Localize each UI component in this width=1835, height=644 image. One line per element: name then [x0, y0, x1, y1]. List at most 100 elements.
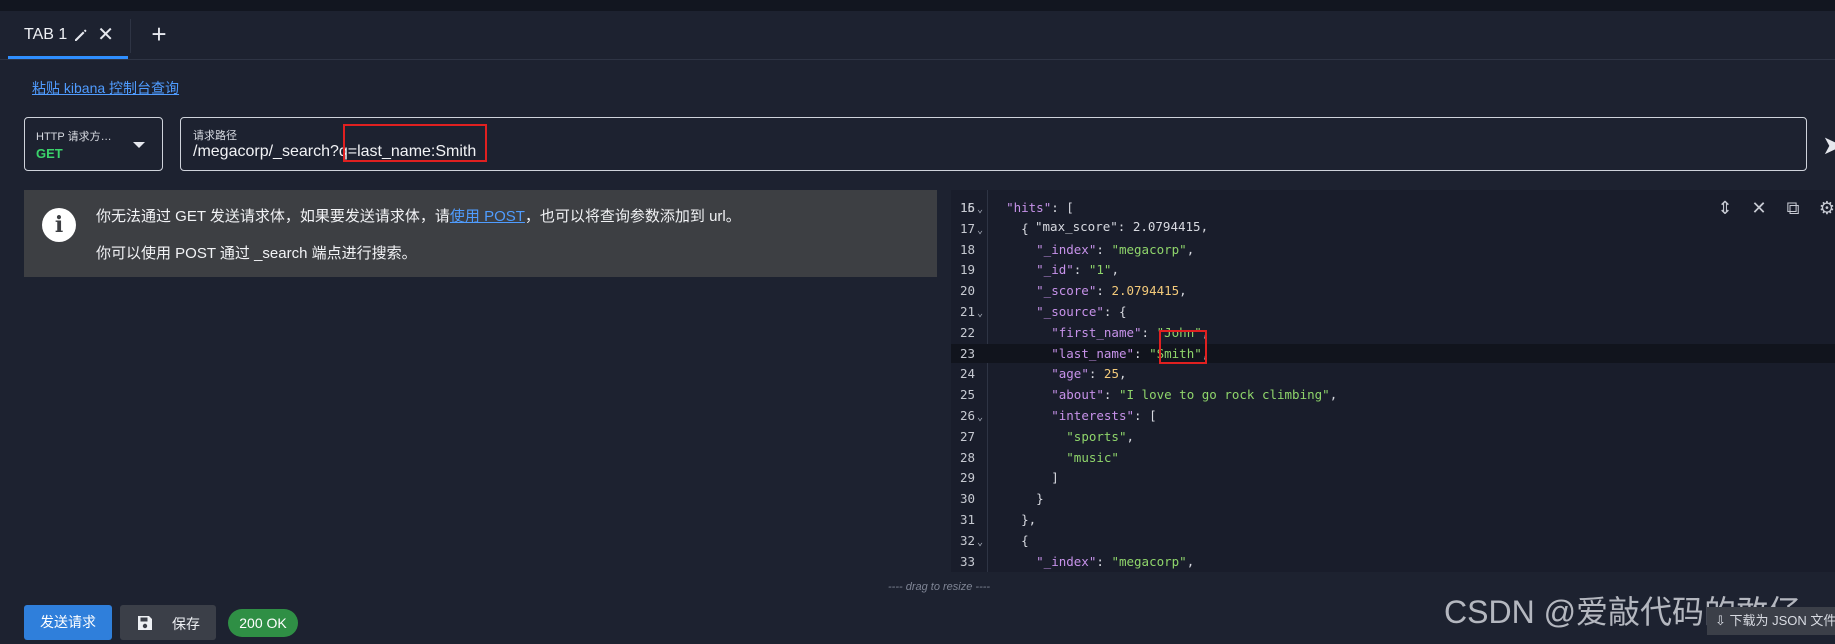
fold-chevron-icon[interactable]: ⌄ [977, 304, 983, 324]
fold-chevron-icon[interactable]: ⌄ [977, 533, 983, 553]
code-line: 20 "_score": 2.0794415, [951, 281, 1835, 301]
code-text: "age": 25, [1051, 366, 1127, 382]
code-line: 33 "_index": "megacorp", [951, 552, 1835, 572]
code-line-partial: 15 "max_score": 2.0794415, [951, 190, 1835, 235]
code-line: 31 }, [951, 510, 1835, 530]
request-path-field[interactable]: 请求路径 /megacorp/_search?q=last_name:Smith [180, 117, 1807, 171]
code-line: 18 "_index": "megacorp", [951, 240, 1835, 260]
collapse-icon[interactable]: ✕ [1749, 198, 1769, 218]
paste-kibana-link[interactable]: 粘贴 kibana 控制台查询 [32, 78, 179, 98]
line-number: 24 [960, 366, 976, 382]
line-number: 28 [960, 449, 976, 465]
line-number: 33 [960, 553, 976, 569]
expand-icon[interactable]: ⇕ [1715, 198, 1735, 218]
download-label: 下载为 JSON 文件 [1729, 613, 1835, 628]
code-text: }, [991, 512, 1037, 527]
code-text: "_source": { [1036, 304, 1127, 319]
code-text: "_index": "megacorp", [1036, 241, 1195, 257]
editor-toolbar: ⇕ ✕ ⧉ ⚙ [1715, 198, 1835, 218]
line-number: 19 [960, 262, 976, 278]
code-text: "interests": [ [1051, 408, 1157, 423]
code-line: 29 ] [951, 468, 1835, 488]
line-number: 26 [960, 408, 976, 423]
code-text: { [991, 220, 1029, 236]
line-number: 27 [960, 428, 976, 444]
code-line: 32 ⌄ { [951, 531, 1835, 551]
code-text: "first_name": "John", [1051, 324, 1210, 340]
code-line: 26 ⌄ "interests": [ [951, 406, 1835, 426]
code-line: 25 "about": "I love to go rock climbing"… [951, 385, 1835, 405]
plus-icon[interactable]: + [146, 21, 172, 47]
path-label: 请求路径 [193, 130, 237, 142]
code-line: 17 ⌄ { [951, 219, 1835, 239]
http-method-select[interactable]: HTTP 请求方… GET [24, 117, 163, 171]
path-input[interactable]: /megacorp/_search?q=last_name:Smith [193, 143, 476, 161]
drag-resize-hint[interactable]: ---- drag to resize ---- [888, 581, 990, 593]
code-text: "_index": "megacorp", [1036, 553, 1195, 569]
fold-chevron-icon[interactable]: ⌄ [977, 408, 983, 428]
line-number: 17 [960, 220, 976, 236]
line-number: 20 [960, 283, 976, 299]
code-line: 24 "age": 25, [951, 364, 1835, 384]
tab-bar: TAB 1 ✕ + [0, 11, 1835, 60]
code-line: 22 "first_name": "John", [951, 323, 1835, 343]
line-number: 29 [960, 470, 976, 486]
info-icon: i [42, 208, 76, 242]
info-alert: i 你无法通过 GET 发送请求体，如果要发送请求体，请使用 POST，也可以将… [24, 190, 937, 277]
code-text: "hits": [ [1006, 200, 1074, 215]
use-post-link[interactable]: 使用 POST [450, 208, 525, 225]
send-icon[interactable]: ➤ [1822, 130, 1835, 161]
line-number: 18 [960, 241, 976, 257]
code-line: 21 ⌄ "_source": { [951, 302, 1835, 322]
line-number: 32 [960, 532, 976, 548]
tab-1[interactable]: TAB 1 ✕ [8, 11, 128, 59]
line-number: 23 [960, 345, 976, 361]
fold-chevron-icon[interactable]: ⌄ [977, 200, 983, 220]
line-number: 22 [960, 324, 976, 340]
code-line: 23 "last_name": "Smith", [951, 343, 1835, 364]
code-text: } [991, 491, 1044, 507]
alert-text-after: ，也可以将查询参数添加到 url。 [524, 208, 741, 225]
method-label: HTTP 请求方… [36, 131, 112, 143]
line-number: 25 [960, 387, 976, 403]
code-text: "music" [1066, 449, 1119, 465]
code-line: 19 "_id": "1", [951, 260, 1835, 280]
code-line: 30 } [951, 489, 1835, 509]
save-button[interactable]: 保存 [120, 605, 216, 640]
caret-down-icon [133, 142, 145, 148]
code-text: "last_name": "Smith", [1051, 345, 1210, 361]
code-line: 16 ⌄ "hits": [ [951, 198, 1835, 218]
status-badge: 200 OK [228, 609, 298, 637]
send-request-button[interactable]: 发送请求 [24, 605, 112, 640]
code-text: ] [991, 470, 1059, 486]
code-text: "about": "I love to go rock climbing", [1051, 387, 1338, 403]
method-value: GET [36, 146, 63, 161]
code-line: 27 "sports", [951, 427, 1835, 447]
tab-title: TAB 1 [24, 26, 68, 43]
save-label: 保存 [172, 616, 200, 632]
line-number: 16 [960, 200, 976, 215]
line-number: 21 [960, 304, 976, 319]
code-text: "_id": "1", [1036, 262, 1119, 278]
download-icon: ⇩ [1715, 613, 1730, 628]
alert-hint: 你可以使用 POST 通过 _search 端点进行搜索。 [96, 245, 417, 262]
window-top-strip [0, 0, 1835, 11]
response-editor[interactable]: 15 "max_score": 2.0794415, 16 ⌄ "hits": [… [951, 190, 1835, 572]
line-number: 31 [960, 512, 976, 527]
code-line: 28 "music" [951, 448, 1835, 468]
code-text: "_score": 2.0794415, [1036, 283, 1187, 299]
save-icon [137, 615, 153, 631]
tab-separator [130, 19, 131, 53]
fold-chevron-icon[interactable]: ⌄ [977, 221, 983, 241]
code-text: "sports", [1066, 428, 1135, 444]
alert-text-before: 你无法通过 GET 发送请求体，如果要发送请求体，请 [96, 208, 450, 225]
close-icon[interactable]: ✕ [97, 25, 114, 45]
alert-message: 你无法通过 GET 发送请求体，如果要发送请求体，请使用 POST，也可以将查询… [96, 205, 741, 226]
active-tab-indicator [8, 56, 128, 59]
copy-icon[interactable]: ⧉ [1783, 198, 1803, 218]
pencil-icon[interactable] [73, 27, 89, 43]
line-number: 30 [960, 491, 976, 507]
download-json-button[interactable]: ⇩ 下载为 JSON 文件 [1707, 607, 1835, 635]
gear-icon[interactable]: ⚙ [1817, 198, 1835, 218]
code-text: { [991, 532, 1029, 548]
